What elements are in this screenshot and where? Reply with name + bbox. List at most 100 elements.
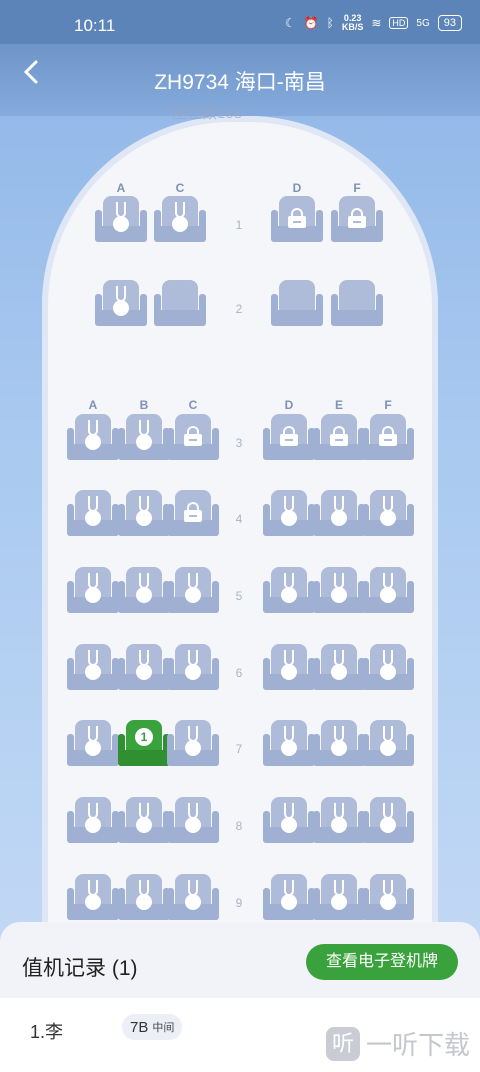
lock-icon <box>280 426 298 446</box>
seat-6c <box>167 644 219 692</box>
column-letter-a: A <box>116 181 126 195</box>
seat-5c <box>167 567 219 615</box>
view-boarding-pass-button[interactable]: 查看电子登机牌 <box>306 944 458 980</box>
column-letter-a: A <box>88 398 98 412</box>
network-speed: 0.23 KB/S <box>342 14 364 32</box>
alarm-icon: ⏰ <box>303 16 319 30</box>
passenger-icon <box>85 420 101 450</box>
seat-9e <box>313 874 365 922</box>
seat-9d <box>263 874 315 922</box>
seat-6b <box>118 644 170 692</box>
row-number-1: 1 <box>235 218 243 232</box>
passenger-icon <box>185 650 201 680</box>
selected-passenger-badge: 1 <box>135 728 153 746</box>
seat-type: 中间 <box>152 1022 175 1034</box>
seat-1c <box>154 196 206 244</box>
hd-icon: HD <box>389 17 409 29</box>
row-number-8: 8 <box>235 819 243 833</box>
column-letter-f: F <box>353 181 361 195</box>
row-number-3: 3 <box>235 436 243 450</box>
page-title: ZH9734 海口-南昌 <box>154 71 326 94</box>
row-number-9: 9 <box>235 896 243 910</box>
row-number-7: 7 <box>235 742 243 756</box>
seat-9c <box>167 874 219 922</box>
passenger-icon <box>85 726 101 756</box>
row-number-6: 6 <box>235 666 243 680</box>
passenger-icon <box>380 496 396 526</box>
moon-icon: ☾ <box>284 16 296 30</box>
seat-4b <box>118 490 170 538</box>
passenger-icon <box>331 573 347 603</box>
seat-7f <box>362 720 414 768</box>
seat-7e <box>313 720 365 768</box>
seat-8a <box>67 797 119 845</box>
seat-8d <box>263 797 315 845</box>
battery-icon: 93 <box>437 15 462 31</box>
passenger-icon <box>185 880 201 910</box>
passenger-icon <box>136 880 152 910</box>
signal-icon: 5G <box>416 17 430 29</box>
watermark-logo: 听 <box>325 1026 360 1061</box>
seat-4c <box>167 490 219 538</box>
lock-icon <box>348 208 366 228</box>
passenger-icon <box>380 880 396 910</box>
passenger-icon <box>136 496 152 526</box>
seat-9f <box>362 874 414 922</box>
column-letter-b: B <box>139 398 149 412</box>
passenger-icon <box>113 202 129 232</box>
passenger-icon <box>85 803 101 833</box>
seat-2a <box>95 280 147 328</box>
seat-6a <box>67 644 119 692</box>
seat-3e <box>313 414 365 462</box>
seat-6f <box>362 644 414 692</box>
seat-8b <box>118 797 170 845</box>
passenger-icon <box>281 880 297 910</box>
seat-3f <box>362 414 414 462</box>
passenger-icon <box>380 650 396 680</box>
passenger-icon <box>331 650 347 680</box>
seat-6d <box>263 644 315 692</box>
passenger-icon <box>380 803 396 833</box>
seat-3a <box>67 414 119 462</box>
passenger-icon <box>185 803 201 833</box>
seat-5a <box>67 567 119 615</box>
seat-4f <box>362 490 414 538</box>
passenger-icon <box>85 573 101 603</box>
passenger-name: 1.李 <box>30 1022 64 1042</box>
watermark: 听 一听下载 <box>325 1025 470 1062</box>
seat-7b[interactable]: 1 <box>118 720 170 768</box>
passenger-icon <box>380 726 396 756</box>
passenger-icon <box>85 880 101 910</box>
checkin-record-row[interactable]: 1.李 7B 中间 听 一听下载 <box>0 998 480 1072</box>
passenger-icon <box>331 880 347 910</box>
seat-8c <box>167 797 219 845</box>
seat-4e <box>313 490 365 538</box>
seat-7a <box>67 720 119 768</box>
seat-2d[interactable] <box>271 280 323 328</box>
checkin-sheet: 值机记录 (1) 查看电子登机牌 1.李 7B 中间 听 一听下载 <box>0 922 480 1072</box>
seat-chip: 7B 中间 <box>122 1014 183 1040</box>
seat-count: 座位数158 <box>172 105 243 122</box>
bluetooth-icon: ᛒ <box>326 16 334 30</box>
lock-icon <box>330 426 348 446</box>
passenger-icon <box>281 803 297 833</box>
passenger-icon <box>185 573 201 603</box>
seat-4d <box>263 490 315 538</box>
speed-unit: KB/S <box>341 22 364 32</box>
row-number-2: 2 <box>235 302 243 316</box>
lock-icon <box>288 208 306 228</box>
column-letter-c: C <box>188 398 198 412</box>
passenger-icon <box>331 726 347 756</box>
lock-icon <box>184 426 202 446</box>
passenger-icon <box>281 726 297 756</box>
passenger-icon <box>281 573 297 603</box>
seat-7d <box>263 720 315 768</box>
passenger-icon <box>281 650 297 680</box>
seat-3c <box>167 414 219 462</box>
seat-2f[interactable] <box>331 280 383 328</box>
seat-9b <box>118 874 170 922</box>
seat-code: 7B <box>130 1018 149 1036</box>
checkin-title: 值机记录 (1) <box>22 957 138 980</box>
passenger-icon <box>281 496 297 526</box>
seat-2c[interactable] <box>154 280 206 328</box>
